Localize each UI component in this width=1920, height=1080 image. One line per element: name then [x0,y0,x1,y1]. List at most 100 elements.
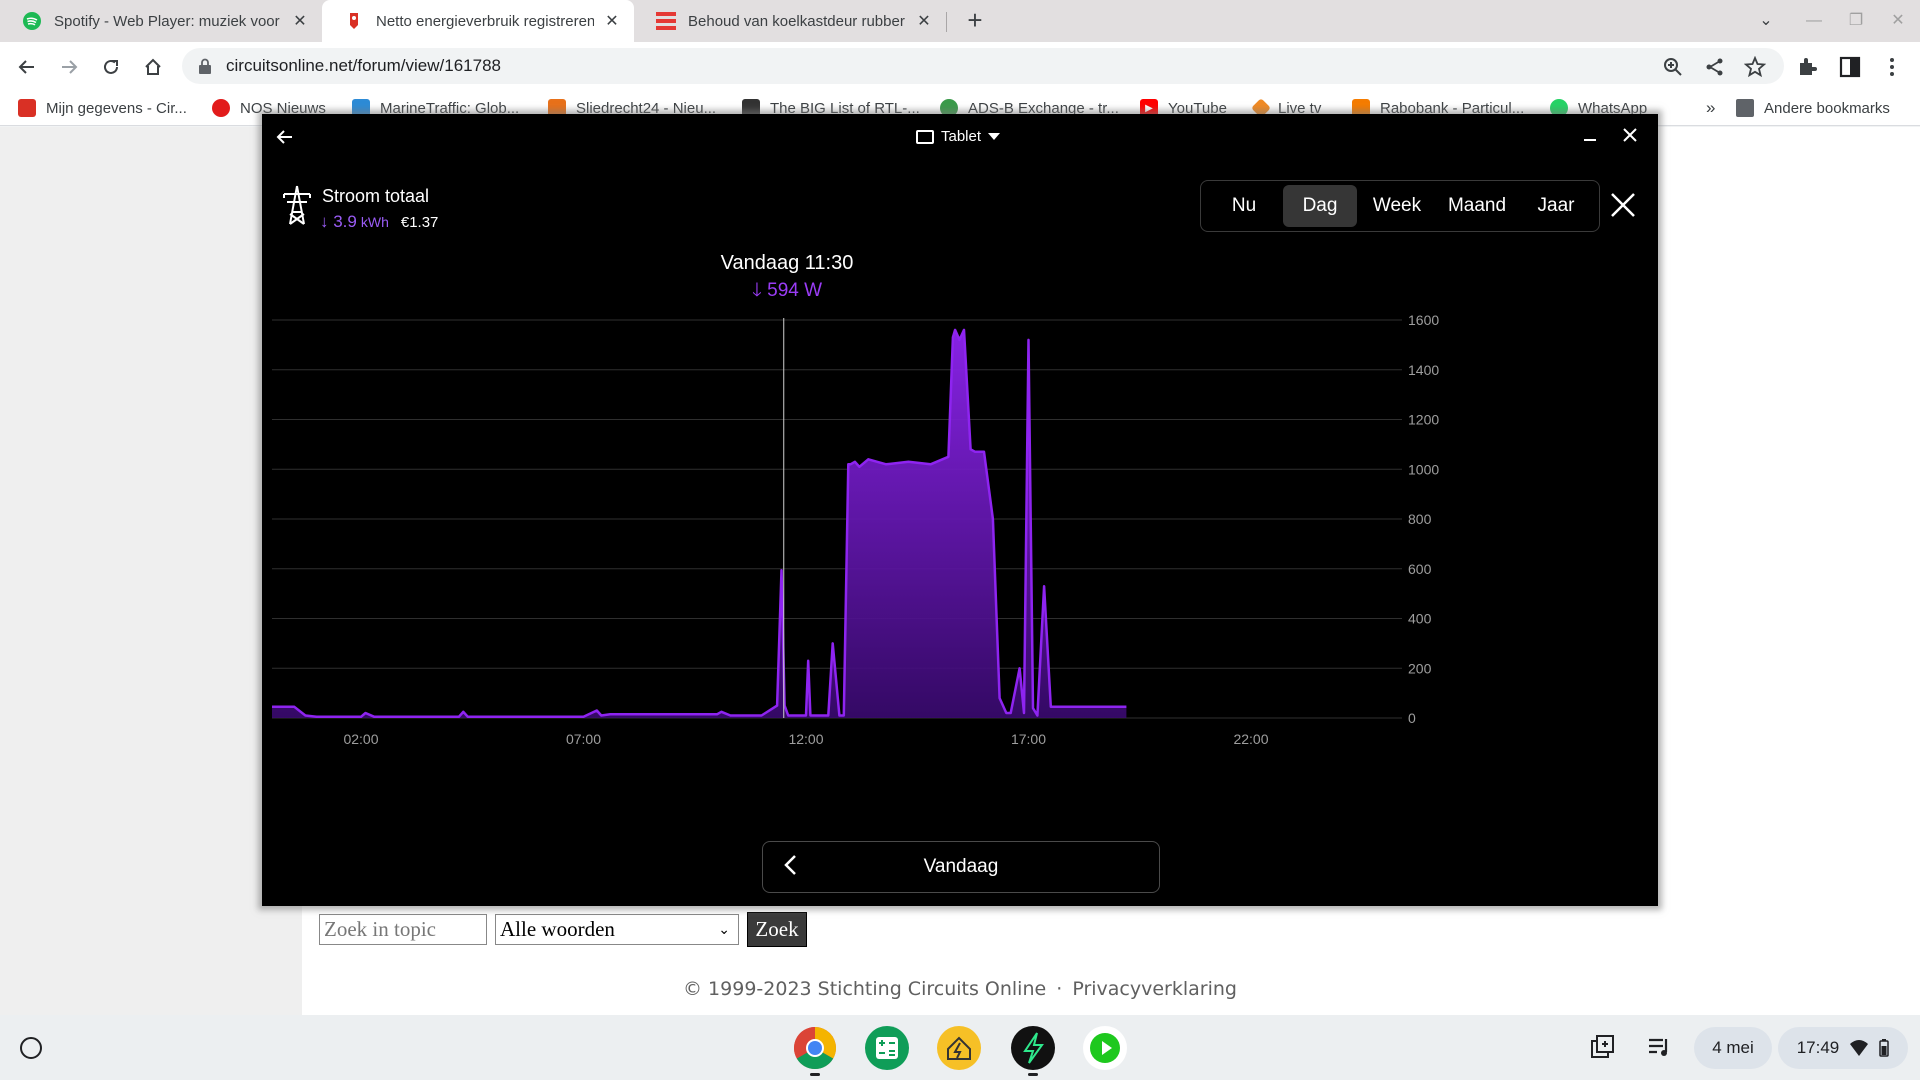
x-tick-label: 12:00 [788,731,823,747]
tab-title: Netto energieverbruik registreren [376,12,594,30]
date-navigator: Vandaag [762,841,1160,893]
x-tick-label: 02:00 [343,731,378,747]
app-minimize-button[interactable] [1582,126,1598,147]
new-tab-button[interactable]: + [960,6,990,36]
other-bookmarks[interactable]: Andere bookmarks [1736,98,1890,118]
power-series-line [272,328,1127,719]
chrome-icon[interactable] [792,1025,838,1071]
status-tray[interactable]: 17:49 [1778,1027,1908,1069]
restore-window-button[interactable]: ❐ [1842,8,1870,34]
bookmark-label: Mijn gegevens - Cir... [46,99,187,117]
power-pylon-icon [283,185,311,225]
close-tab-icon[interactable]: ✕ [914,11,934,31]
tablet-mode-dropdown[interactable]: Tablet [916,128,1001,145]
tab-strip: Spotify - Web Player: muziek voor iedere… [0,0,1920,42]
more-menu-icon[interactable] [1880,55,1904,79]
forward-arrow-icon [62,60,78,74]
play-app-icon[interactable] [1082,1025,1128,1071]
forward-button[interactable] [54,52,84,82]
app-back-icon[interactable] [276,128,294,152]
energy-app-window: Tablet Stroom totaal ↓ 3.9 kWh €1.37 Nu … [262,114,1658,906]
close-icon[interactable] [1608,190,1638,220]
period-dag[interactable]: Dag [1283,185,1357,227]
meter-energy-unit: kWh [360,214,389,230]
tab-circuitsonline[interactable]: Netto energieverbruik registreren ✕ [322,0,634,42]
bookmark-circuitsonline[interactable]: Mijn gegevens - Cir... [18,98,187,118]
topic-search-input[interactable]: Zoek in topic [319,914,487,945]
home-button[interactable] [138,52,168,82]
footer-copyright: © 1999-2023 Stichting Circuits Online [683,978,1047,1000]
calculator-icon[interactable] [864,1025,910,1071]
app-titlebar: Tablet [262,114,1658,164]
url-text: circuitsonline.net/forum/view/161788 [226,56,501,75]
chevron-down-icon: ⌄ [718,923,730,938]
dropdown-triangle-icon [988,133,1001,140]
y-tick-label: 1600 [1408,312,1439,328]
running-indicator [1028,1073,1038,1076]
circuitsonline-icon [18,99,36,117]
x-tick-label: 17:00 [1011,731,1046,747]
battery-icon [1879,1039,1890,1057]
period-week[interactable]: Week [1357,185,1437,227]
privacy-link[interactable]: Privacyverklaring [1072,978,1237,1000]
search-mode-select[interactable]: Alle woorden ⌄ [495,914,739,945]
media-controls-icon[interactable] [1646,1033,1674,1061]
launcher-button[interactable] [20,1037,42,1059]
x-tick-label: 22:00 [1233,731,1268,747]
bookmark-label: Andere bookmarks [1764,99,1890,117]
y-tick-label: 400 [1408,611,1432,627]
date-label: Vandaag [923,856,999,877]
reload-icon [104,59,118,74]
zoom-icon [1664,58,1682,76]
tab-title: Behoud van koelkastdeur rubber [688,12,905,30]
y-tick-label: 0 [1408,710,1416,726]
period-maand[interactable]: Maand [1437,185,1517,227]
back-arrow-icon [18,60,34,74]
y-tick-label: 1400 [1408,362,1439,378]
energy-house-icon[interactable] [936,1025,982,1071]
tab-search-icon[interactable]: ⌄ [1752,8,1780,34]
tablet-icon [916,129,934,144]
app-close-button[interactable] [1622,126,1638,149]
power-chart[interactable]: 0 200 400 600 800 1000 1200 1400 1600 02:00 07:00… [262,284,1658,804]
circuitsonline-icon [344,11,364,31]
stripes-icon [656,11,676,31]
side-panel-icon[interactable] [1838,55,1862,79]
x-tick-label: 07:00 [566,731,601,747]
minimize-window-button[interactable]: — [1800,8,1828,34]
reload-button[interactable] [96,52,126,82]
y-tick-label: 200 [1408,660,1432,676]
nos-icon [212,99,230,117]
running-indicator [810,1073,820,1076]
close-window-button[interactable]: ✕ [1884,8,1912,34]
y-tick-label: 600 [1408,561,1432,577]
close-tab-icon[interactable]: ✕ [290,11,310,31]
back-button[interactable] [12,52,42,82]
y-tick-label: 1200 [1408,412,1439,428]
tab-separator [946,12,947,32]
tab-spotify[interactable]: Spotify - Web Player: muziek voor iedere… [0,0,322,42]
tooltip-time: Vandaag 11:30 [720,252,854,274]
date-pill[interactable]: 4 mei [1694,1027,1772,1069]
bolt-app-icon[interactable] [1010,1025,1056,1071]
page-footer: © 1999-2023 Stichting Circuits Online · … [0,978,1920,1000]
home-icon [145,58,161,75]
tab-title: Spotify - Web Player: muziek voor iedere… [54,12,282,30]
address-bar[interactable]: circuitsonline.net/forum/view/161788 [182,48,1784,84]
screenshot-tray-icon[interactable] [1588,1033,1616,1061]
tab-koelkast[interactable]: Behoud van koelkastdeur rubber ✕ [634,0,946,42]
share-icon [1706,58,1723,76]
more-bookmarks-button[interactable]: » [1706,98,1715,118]
meter-title: Stroom totaal [322,186,430,206]
bookmark-star-icon [1744,56,1766,78]
date-text: 4 mei [1712,1038,1754,1057]
period-nu[interactable]: Nu [1205,185,1283,227]
os-shelf: 4 mei 17:49 [0,1015,1920,1080]
search-button[interactable]: Zoek [747,912,807,947]
extensions-icon[interactable] [1796,55,1820,79]
mode-label: Tablet [941,128,982,145]
y-tick-label: 1000 [1408,461,1439,477]
close-tab-icon[interactable]: ✕ [602,11,622,31]
folder-icon [1736,99,1754,117]
period-jaar[interactable]: Jaar [1517,185,1595,227]
